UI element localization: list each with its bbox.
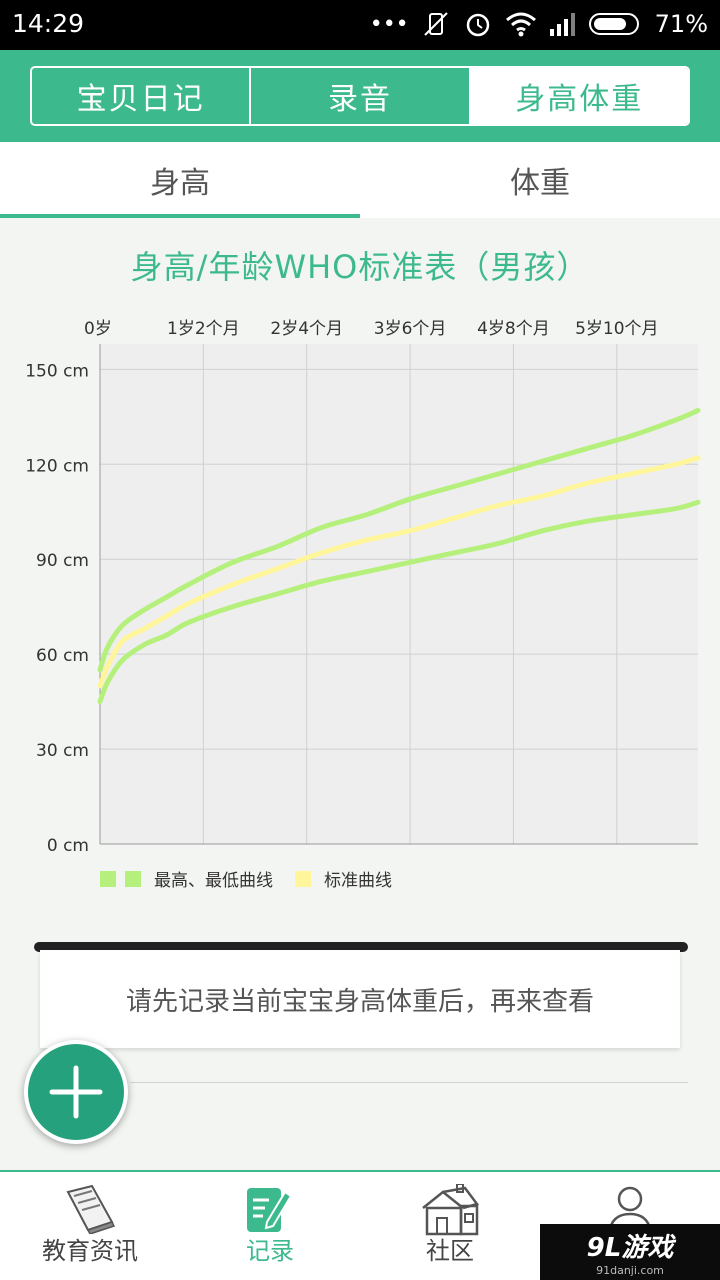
mute-vibrate-icon <box>421 9 451 39</box>
subtab-weight[interactable]: 体重 <box>360 142 720 218</box>
battery-icon <box>588 11 643 37</box>
book-icon <box>62 1184 118 1238</box>
add-record-button[interactable] <box>24 1040 128 1144</box>
section-segmented-control: 宝贝日记 录音 身高体重 <box>30 66 690 126</box>
status-icons: ••• 71% <box>370 9 708 39</box>
watermark-sub: 91danji.com <box>596 1264 664 1277</box>
divider <box>130 1082 688 1083</box>
tab-recording[interactable]: 录音 <box>251 68 471 124</box>
empty-record-note: 请先记录当前宝宝身高体重后，再来查看 <box>40 950 680 1048</box>
nav-community[interactable]: 社区 <box>360 1172 540 1280</box>
note-text: 请先记录当前宝宝身高体重后，再来查看 <box>125 986 594 1017</box>
plus-icon <box>49 1065 103 1119</box>
x-tick-label: 1岁2个月 <box>167 319 240 339</box>
legend-swatch-max <box>100 870 116 887</box>
plot-area <box>100 344 698 844</box>
edit-icon <box>245 1184 295 1240</box>
tab-baby-diary[interactable]: 宝贝日记 <box>32 68 252 124</box>
y-tick-label: 0 cm <box>47 836 89 856</box>
nav-education-news[interactable]: 教育资讯 <box>0 1172 180 1280</box>
chart-title: 身高/年龄WHO标准表（男孩） <box>130 248 590 286</box>
x-tick-label: 4岁8个月 <box>477 319 550 339</box>
chart-legend: 最高、最低曲线 标准曲线 <box>100 866 414 891</box>
wifi-icon <box>505 10 537 38</box>
y-tick-label: 90 cm <box>36 551 89 571</box>
x-tick-label: 0岁 <box>84 319 112 339</box>
alarm-icon <box>463 9 493 39</box>
x-tick-label: 3岁6个月 <box>374 319 447 339</box>
signal-icon <box>549 11 577 37</box>
more-dots-icon: ••• <box>369 11 409 37</box>
legend-label-standard: 标准曲线 <box>324 871 392 891</box>
y-tick-label: 150 cm <box>25 361 89 381</box>
x-tick-label: 5岁10个月 <box>575 319 658 339</box>
nav-records[interactable]: 记录 <box>180 1172 360 1280</box>
status-time: 14:29 <box>12 9 85 38</box>
subtabs: 身高 体重 <box>0 142 720 218</box>
legend-swatch-standard <box>295 870 311 887</box>
y-tick-label: 60 cm <box>36 646 89 666</box>
subtab-height[interactable]: 身高 <box>0 142 360 218</box>
house-icon <box>419 1183 481 1240</box>
app-header: 宝贝日记 录音 身高体重 <box>0 50 720 142</box>
legend-label-high-low: 最高、最低曲线 <box>154 871 273 891</box>
legend-swatch-min <box>125 870 141 887</box>
status-bar: 14:29 ••• 71% <box>0 0 720 50</box>
watermark-main: 9L游戏 <box>586 1233 674 1263</box>
x-tick-label: 2岁4个月 <box>270 319 343 339</box>
y-tick-label: 30 cm <box>36 741 89 761</box>
y-tick-label: 120 cm <box>25 456 89 476</box>
watermark-logo: 9L游戏 91danji.com <box>540 1224 720 1280</box>
tab-height-weight[interactable]: 身高体重 <box>470 68 688 124</box>
height-age-chart: 150 cm 120 cm 90 cm 60 cm 30 cm 0 cm 0岁 1岁2个月 2岁… <box>25 319 701 856</box>
battery-percent: 71% <box>654 10 708 38</box>
